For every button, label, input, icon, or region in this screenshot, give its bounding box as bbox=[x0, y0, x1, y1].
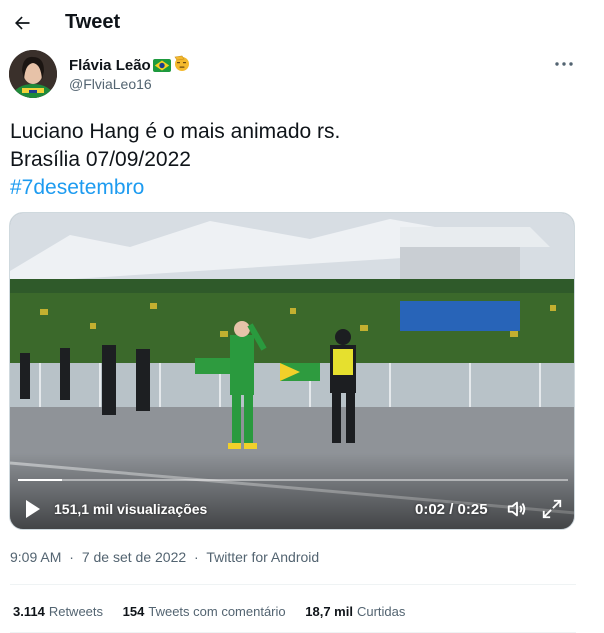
author-name-row[interactable]: Flávia Leão bbox=[69, 54, 191, 76]
header-bar: Tweet bbox=[0, 0, 604, 46]
more-options-button[interactable] bbox=[552, 54, 576, 74]
tweet-time[interactable]: 9:09 AM bbox=[10, 549, 61, 565]
back-button[interactable] bbox=[6, 7, 38, 39]
like-count: 18,7 mil bbox=[305, 604, 353, 619]
expand-icon bbox=[542, 499, 562, 519]
volume-icon bbox=[507, 501, 526, 517]
view-count: 151,1 mil visualizações bbox=[54, 501, 208, 517]
more-horizontal-icon bbox=[555, 62, 573, 66]
volume-button[interactable] bbox=[506, 498, 528, 520]
fullscreen-button[interactable] bbox=[541, 498, 563, 520]
brazil-flag-icon bbox=[152, 59, 171, 76]
tweet-client[interactable]: Twitter for Android bbox=[206, 549, 319, 565]
quote-tweets-stat[interactable]: 154 Tweets com comentário bbox=[123, 604, 286, 619]
author-handle[interactable]: @FlviaLeo16 bbox=[69, 76, 152, 92]
divider bbox=[10, 584, 576, 585]
engagement-stats: 3.114 Retweets 154 Tweets com comentário 1… bbox=[13, 604, 421, 619]
arrow-left-icon bbox=[15, 16, 30, 30]
video-progress-bar[interactable] bbox=[18, 479, 568, 481]
retweet-count: 3.114 bbox=[13, 604, 45, 619]
tweet-metadata: 9:09 AM · 7 de set de 2022 · Twitter for… bbox=[10, 549, 319, 565]
hashtag-link[interactable]: #7desetembro bbox=[10, 174, 340, 202]
likes-stat[interactable]: 18,7 mil Curtidas bbox=[305, 604, 405, 619]
separator-dot: · bbox=[69, 549, 74, 565]
play-button[interactable] bbox=[24, 499, 42, 519]
quote-label: Tweets com comentário bbox=[148, 604, 286, 619]
quote-count: 154 bbox=[122, 604, 145, 619]
page-title: Tweet bbox=[65, 11, 121, 33]
retweet-label: Retweets bbox=[48, 604, 104, 619]
video-frame bbox=[10, 213, 574, 529]
author-name[interactable]: Flávia Leão bbox=[69, 57, 151, 74]
saluting-face-icon bbox=[173, 54, 191, 76]
separator-dot: · bbox=[194, 549, 199, 565]
play-icon bbox=[26, 500, 40, 518]
video-player[interactable]: 151,1 mil visualizações 0:02 / 0:25 bbox=[9, 212, 575, 530]
tweet-date[interactable]: 7 de set de 2022 bbox=[82, 549, 186, 565]
tweet-line: Brasília 07/09/2022 bbox=[10, 148, 191, 171]
retweets-stat[interactable]: 3.114 Retweets bbox=[13, 604, 103, 619]
tweet-text: Luciano Hang é o mais animado rs. Brasíl… bbox=[10, 118, 340, 202]
video-time: 0:02 / 0:25 bbox=[415, 501, 488, 518]
like-label: Curtidas bbox=[356, 604, 406, 619]
tweet-line: Luciano Hang é o mais animado rs. bbox=[10, 120, 341, 143]
video-progress-fill bbox=[18, 479, 62, 481]
avatar[interactable] bbox=[9, 50, 57, 98]
